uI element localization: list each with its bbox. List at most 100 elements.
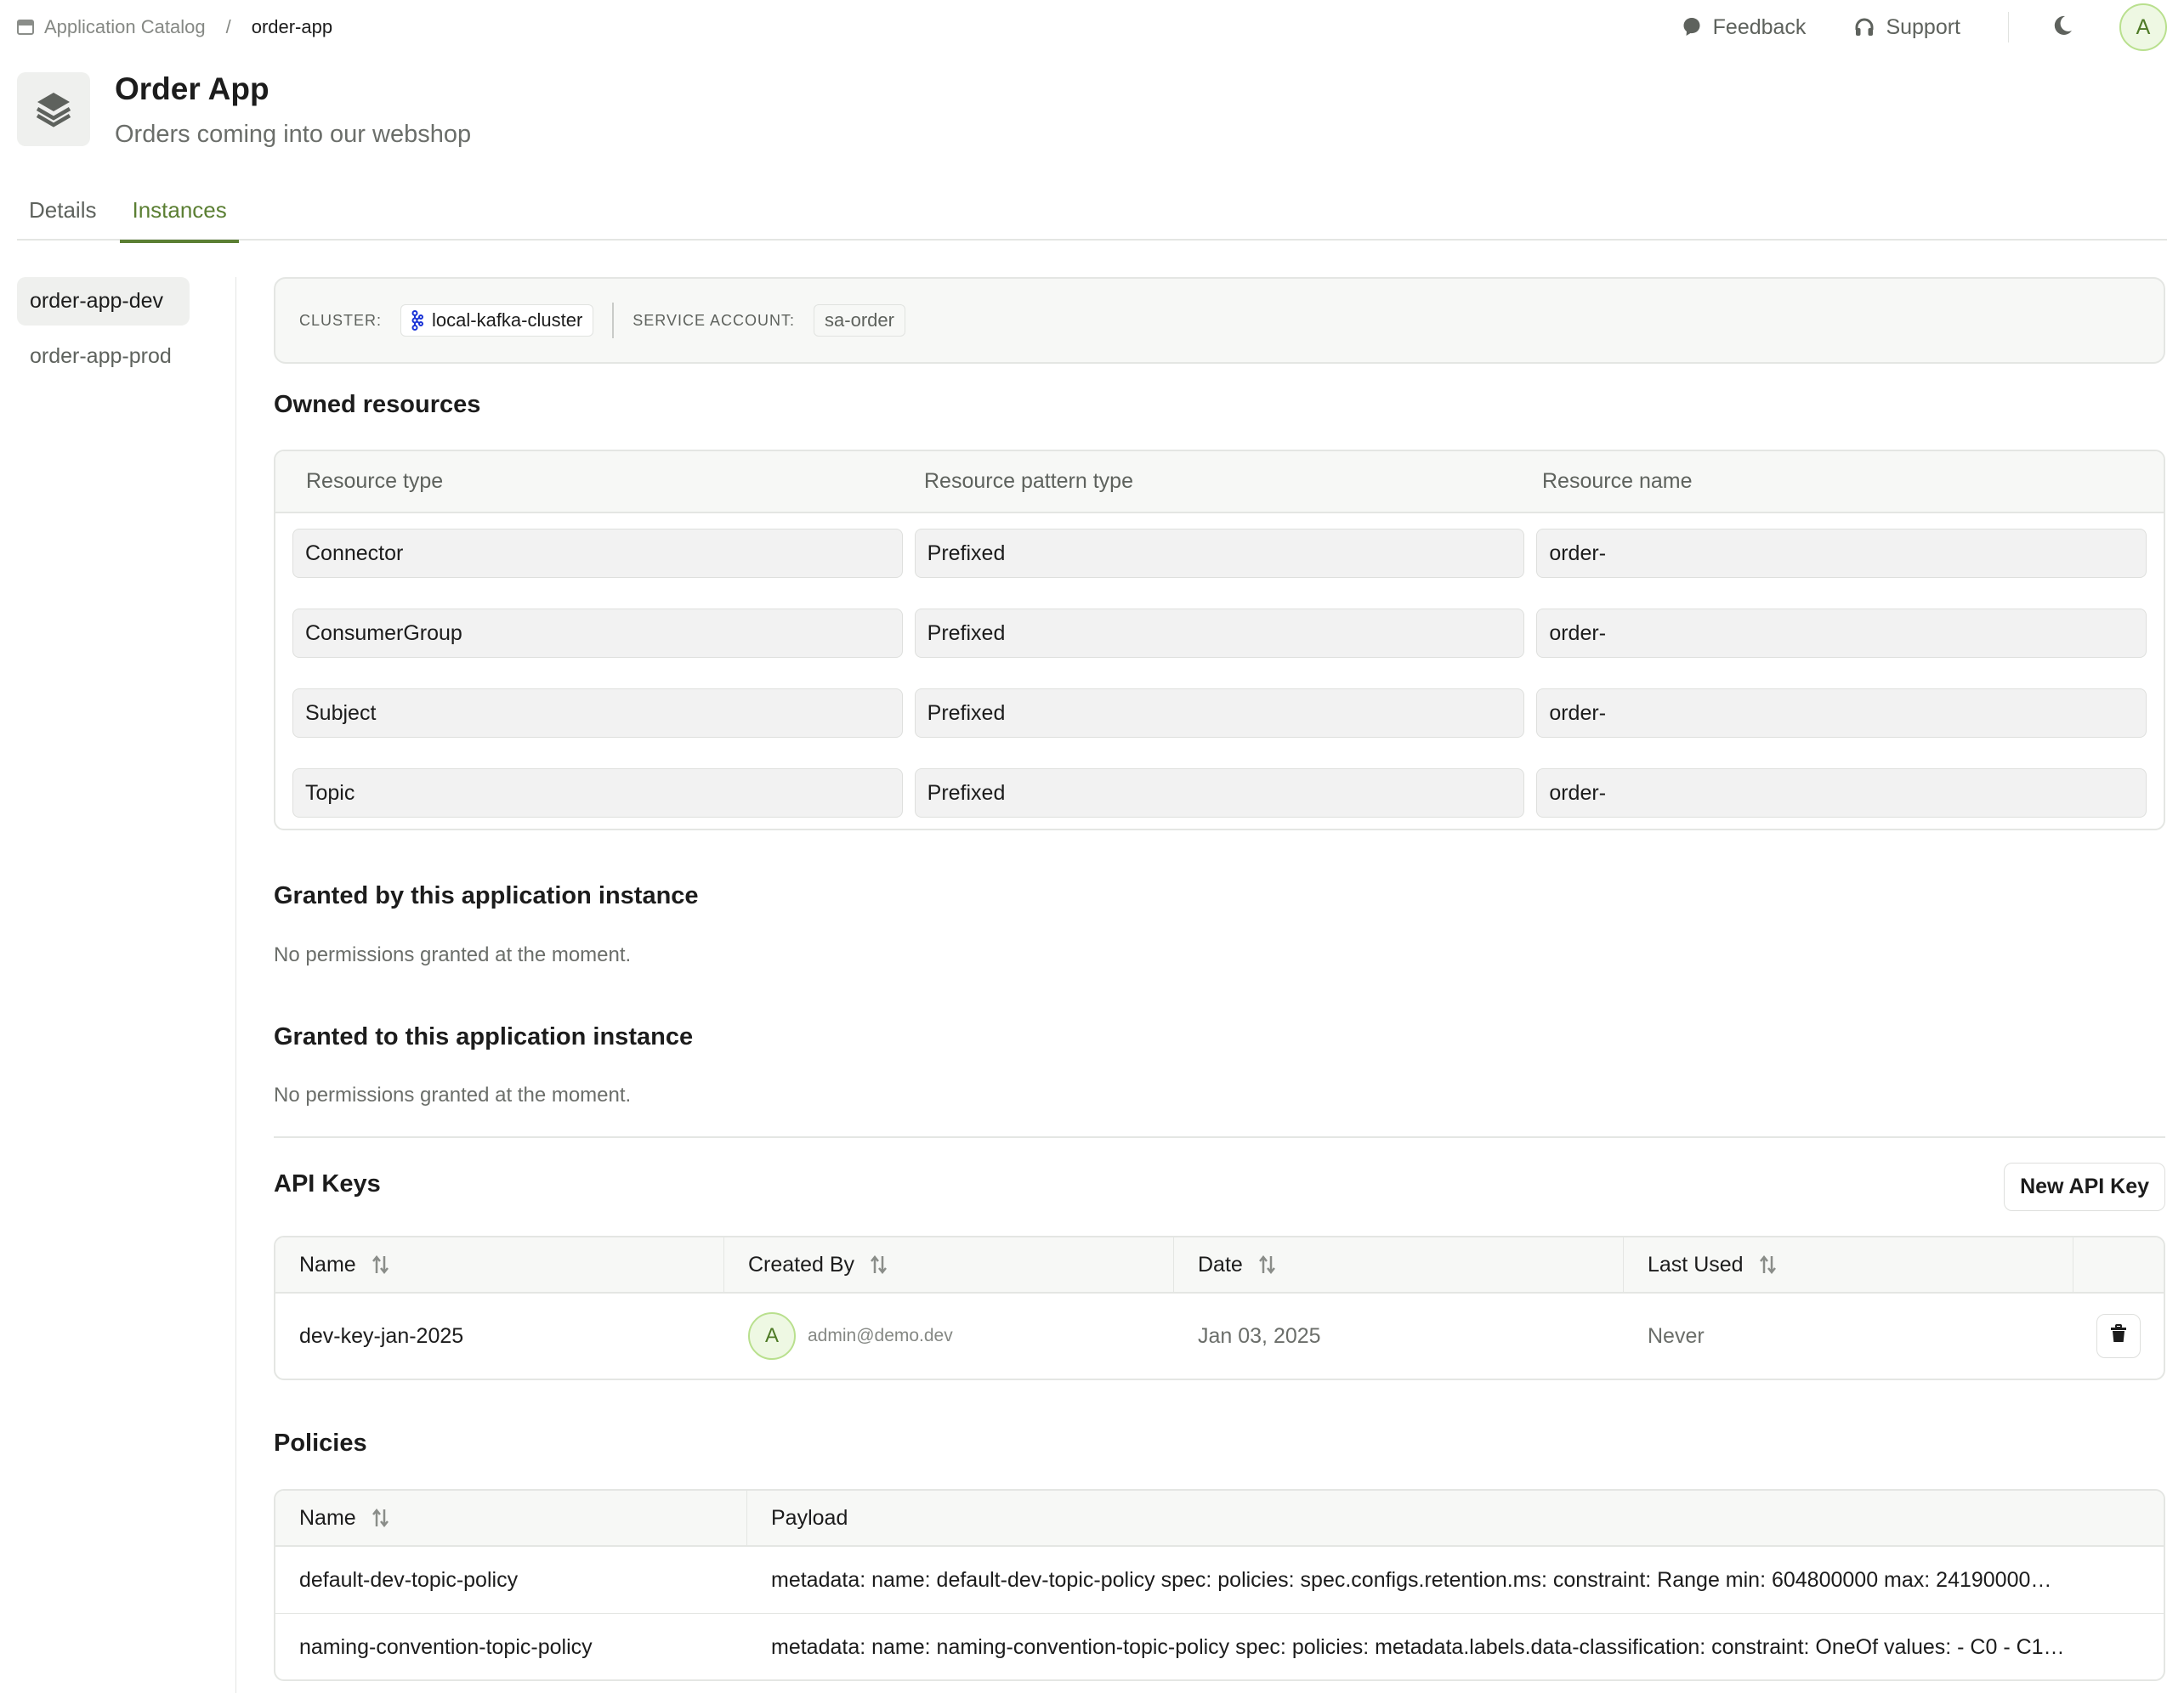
- column-resource-type: Resource type: [306, 469, 444, 493]
- resource-type-field: Connector: [292, 529, 903, 578]
- column-created-by[interactable]: Created By: [724, 1237, 1174, 1292]
- sort-icon[interactable]: [372, 1508, 390, 1528]
- feedback-link[interactable]: Feedback: [1682, 14, 1807, 40]
- api-key-created-by: A admin@demo.dev: [724, 1312, 1174, 1360]
- support-link[interactable]: Support: [1855, 15, 1960, 40]
- sidebar-divider: [235, 277, 236, 1693]
- chat-bubble-icon: [1682, 17, 1701, 37]
- column-resource-name: Resource name: [1542, 469, 1693, 493]
- column-payload: Payload: [747, 1491, 2164, 1545]
- top-actions: Feedback Support A: [1633, 3, 2167, 51]
- column-policy-name[interactable]: Name: [275, 1491, 747, 1545]
- page-subtitle: Orders coming into our webshop: [115, 121, 472, 148]
- breadcrumb-separator: /: [225, 16, 231, 37]
- breadcrumb: Application Catalog / order-app: [17, 14, 332, 41]
- policies-heading: Policies: [274, 1430, 367, 1457]
- table-row[interactable]: naming-convention-topic-policy metadata:…: [275, 1614, 2164, 1679]
- api-keys-header: Name Created By Date Last Used: [275, 1237, 2164, 1294]
- sort-icon[interactable]: [1258, 1254, 1277, 1275]
- theme-toggle-button[interactable]: [2050, 14, 2077, 41]
- resource-type-field: Subject: [292, 688, 903, 738]
- table-row: Connector Prefixed order-: [275, 529, 2164, 578]
- support-label: Support: [1886, 14, 1960, 39]
- service-account-label: SERVICE ACCOUNT:: [633, 311, 796, 329]
- api-keys-heading: API Keys: [274, 1170, 381, 1198]
- service-account-chip: sa-order: [814, 304, 905, 337]
- topbar-divider: [2008, 12, 2009, 42]
- owned-resources-header: Resource type Resource pattern type Reso…: [275, 451, 2164, 513]
- page-title: Order App: [115, 71, 269, 106]
- policy-name: naming-convention-topic-policy: [299, 1635, 593, 1659]
- cluster-separator: [612, 303, 615, 338]
- instance-sidebar: order-app-dev order-app-prod: [17, 277, 204, 388]
- cluster-name: local-kafka-cluster: [432, 309, 583, 331]
- policies-header: Name Payload: [275, 1491, 2164, 1547]
- column-name-label: Name: [299, 1252, 356, 1277]
- pattern-type-field: Prefixed: [914, 609, 1525, 658]
- owned-resources-table: Resource type Resource pattern type Reso…: [274, 450, 2165, 830]
- granted-to-empty: No permissions granted at the moment.: [274, 1084, 632, 1107]
- policy-payload: metadata: name: naming-convention-topic-…: [771, 1635, 2065, 1659]
- table-row: Subject Prefixed order-: [275, 688, 2164, 738]
- table-row: ConsumerGroup Prefixed order-: [275, 609, 2164, 658]
- layers-icon: [17, 72, 90, 146]
- api-key-name: dev-key-jan-2025: [299, 1323, 464, 1348]
- resource-name-field: order-: [1536, 529, 2147, 578]
- breadcrumb-application-catalog[interactable]: Application Catalog: [44, 16, 206, 38]
- granted-by-empty: No permissions granted at the moment.: [274, 943, 632, 966]
- owned-resources-heading: Owned resources: [274, 391, 481, 418]
- sidebar-item-order-app-prod[interactable]: order-app-prod: [17, 332, 204, 381]
- pattern-type-field: Prefixed: [914, 688, 1525, 738]
- table-row: dev-key-jan-2025 A admin@demo.dev Jan 03…: [275, 1294, 2164, 1379]
- sort-icon[interactable]: [870, 1254, 888, 1275]
- new-api-key-button[interactable]: New API Key: [2004, 1163, 2165, 1211]
- cluster-info-bar: CLUSTER: local-kafka-cluster SERVICE ACC…: [274, 277, 2165, 364]
- column-payload-label: Payload: [771, 1505, 848, 1530]
- column-last-used-label: Last Used: [1648, 1252, 1744, 1277]
- sort-icon[interactable]: [1759, 1254, 1778, 1275]
- policy-name: default-dev-topic-policy: [299, 1567, 519, 1592]
- granted-by-heading: Granted by this application instance: [274, 882, 699, 909]
- column-date[interactable]: Date: [1174, 1237, 1624, 1292]
- sidebar-item-order-app-dev[interactable]: order-app-dev: [17, 277, 190, 326]
- column-name[interactable]: Name: [275, 1237, 724, 1292]
- headphones-icon: [1855, 18, 1874, 37]
- feedback-label: Feedback: [1712, 14, 1807, 39]
- cluster-chip[interactable]: local-kafka-cluster: [400, 304, 594, 337]
- policy-payload: metadata: name: default-dev-topic-policy…: [771, 1567, 2052, 1592]
- user-avatar[interactable]: A: [2119, 3, 2167, 51]
- tab-details[interactable]: Details: [17, 189, 108, 241]
- resource-name-field: order-: [1536, 768, 2147, 818]
- api-key-actions: [2073, 1314, 2164, 1358]
- column-policy-name-label: Name: [299, 1505, 356, 1530]
- column-resource-pattern-type: Resource pattern type: [924, 469, 1133, 493]
- api-key-last-used: Never: [1648, 1323, 1705, 1348]
- delete-api-key-button[interactable]: [2096, 1314, 2141, 1358]
- sort-icon[interactable]: [372, 1254, 390, 1275]
- creator-email: admin@demo.dev: [808, 1326, 953, 1345]
- resource-type-field: ConsumerGroup: [292, 609, 903, 658]
- column-last-used[interactable]: Last Used: [1624, 1237, 2073, 1292]
- resource-name-field: order-: [1536, 688, 2147, 738]
- app-window-icon: [17, 20, 34, 35]
- column-created-by-label: Created By: [748, 1252, 855, 1277]
- table-row[interactable]: default-dev-topic-policy metadata: name:…: [275, 1547, 2164, 1614]
- tab-instances[interactable]: Instances: [120, 189, 240, 243]
- pattern-type-field: Prefixed: [914, 529, 1525, 578]
- breadcrumb-current: order-app: [251, 16, 333, 37]
- table-row: Topic Prefixed order-: [275, 768, 2164, 818]
- avatar: A: [748, 1312, 796, 1360]
- granted-to-heading: Granted to this application instance: [274, 1023, 694, 1050]
- cluster-label: CLUSTER:: [299, 311, 383, 329]
- column-actions: [2073, 1237, 2164, 1292]
- pattern-type-field: Prefixed: [914, 768, 1525, 818]
- trash-icon: [2111, 1323, 2126, 1349]
- api-keys-table: Name Created By Date Last Used dev-key-j…: [274, 1236, 2165, 1380]
- section-divider: [274, 1136, 2165, 1138]
- tab-bar: Details Instances: [17, 189, 2167, 243]
- resource-name-field: order-: [1536, 609, 2147, 658]
- api-key-date: Jan 03, 2025: [1198, 1323, 1321, 1348]
- kafka-icon: [411, 310, 424, 331]
- policies-table: Name Payload default-dev-topic-policy me…: [274, 1489, 2165, 1681]
- resource-type-field: Topic: [292, 768, 903, 818]
